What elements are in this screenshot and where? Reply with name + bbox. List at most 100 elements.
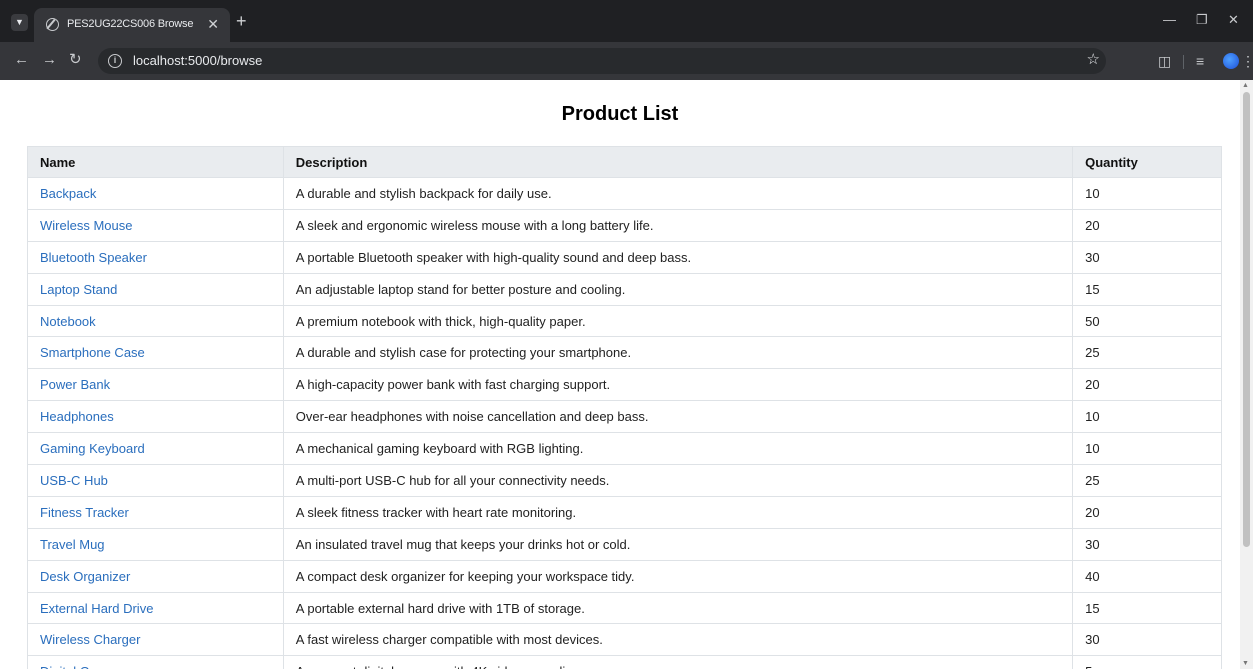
table-row: Travel Mug An insulated travel mug that k… [27,527,1222,561]
table-row: Backpack A durable and stylish backpack f… [27,177,1222,210]
table-row: Desk Organizer A compact desk organizer f… [27,559,1222,593]
product-description-cell: A high-capacity power bank with fast cha… [282,368,1074,402]
column-header-description: Description [282,146,1074,178]
minimize-icon[interactable]: — [1163,12,1176,28]
product-description-cell: A sleek and ergonomic wireless mouse wit… [282,208,1074,242]
arrow-left-icon[interactable]: ← [14,51,29,69]
product-name-cell: Gaming Keyboard [27,432,284,466]
product-name-cell: Wireless Mouse [27,208,284,242]
address-bar[interactable]: i localhost:5000/browse ☆ [98,48,1106,74]
table-row: External Hard Drive A portable external h… [27,591,1222,625]
product-link[interactable]: Wireless Charger [40,632,140,647]
arrow-right-icon[interactable]: → [42,51,57,69]
product-link[interactable]: Laptop Stand [40,282,117,297]
product-name-cell: Bluetooth Speaker [27,240,284,274]
table-row: Digital Camera A compact digital camera w… [27,655,1222,669]
product-link[interactable]: Power Bank [40,377,110,392]
reload-icon[interactable]: ↻ [69,51,82,69]
product-link[interactable]: Digital Camera [40,664,126,669]
product-description-cell: A compact digital camera with 4K video r… [282,655,1074,669]
product-name-cell: USB-C Hub [27,464,284,497]
product-quantity-cell: 30 [1072,623,1222,657]
table-header-row: Name Description Quantity [27,146,1222,178]
product-description-cell: Over-ear headphones with noise cancellat… [282,400,1074,434]
table-row: Power Bank A high-capacity power bank wit… [27,368,1222,402]
table-row: Laptop Stand An adjustable laptop stand f… [27,272,1222,306]
tab-strip: ▼ PES2UG22CS006 Browse ✕ + — ❐ ✕ [0,0,1253,42]
product-link[interactable]: Wireless Mouse [40,218,132,233]
product-link[interactable]: Notebook [40,314,96,329]
kebab-menu-icon[interactable]: ⋮ [1241,52,1253,70]
browser-toolbar: ← → ↻ i localhost:5000/browse ☆ ◫ ≡ ⋮ [0,42,1253,80]
scroll-down-icon[interactable]: ▼ [1242,660,1249,667]
product-name-cell: Power Bank [27,368,284,402]
profile-icon[interactable] [1223,53,1239,69]
product-quantity-cell: 20 [1072,208,1222,242]
restore-icon[interactable]: ❐ [1196,12,1208,28]
product-quantity-cell: 10 [1072,400,1222,434]
toolbar-divider [1183,55,1184,69]
column-header-quantity: Quantity [1072,146,1222,178]
product-link[interactable]: Backpack [40,186,96,201]
product-quantity-cell: 20 [1072,495,1222,529]
product-description-cell: A sleek fitness tracker with heart rate … [282,495,1074,529]
product-name-cell: External Hard Drive [27,591,284,625]
product-name-cell: Laptop Stand [27,272,284,306]
product-description-cell: An insulated travel mug that keeps your … [282,527,1074,561]
table-row: Gaming Keyboard A mechanical gaming keybo… [27,432,1222,466]
product-link[interactable]: Travel Mug [40,537,105,552]
product-description-cell: A compact desk organizer for keeping you… [282,559,1074,593]
product-quantity-cell: 20 [1072,368,1222,402]
product-description-cell: A fast wireless charger compatible with … [282,623,1074,657]
page-viewport: Product List Name Description Quantity B… [0,80,1253,669]
product-quantity-cell: 30 [1072,240,1222,274]
url-text[interactable]: localhost:5000/browse [133,53,262,68]
product-quantity-cell: 10 [1072,432,1222,466]
product-name-cell: Backpack [27,177,284,210]
product-name-cell: Headphones [27,400,284,434]
tab-title: PES2UG22CS006 Browse [67,18,194,30]
product-quantity-cell: 10 [1072,177,1222,210]
product-quantity-cell: 15 [1072,272,1222,306]
window-close-icon[interactable]: ✕ [1228,12,1239,28]
product-name-cell: Fitness Tracker [27,495,284,529]
browser-tab[interactable]: PES2UG22CS006 Browse ✕ [34,8,230,42]
scroll-up-icon[interactable]: ▲ [1242,82,1249,89]
table-row: Notebook A premium notebook with thick, h… [27,304,1222,338]
product-description-cell: A portable Bluetooth speaker with high-q… [282,240,1074,274]
globe-icon [46,18,59,31]
plus-icon[interactable]: + [236,11,247,31]
product-description-cell: A portable external hard drive with 1TB … [282,591,1074,625]
product-link[interactable]: External Hard Drive [40,601,153,616]
info-icon[interactable]: i [108,54,122,68]
table-row: Wireless Charger A fast wireless charger … [27,623,1222,657]
close-icon[interactable]: ✕ [207,15,219,33]
product-link[interactable]: Desk Organizer [40,569,130,584]
product-quantity-cell: 25 [1072,464,1222,497]
table-row: Headphones Over-ear headphones with noise… [27,400,1222,434]
reading-list-icon[interactable]: ≡ [1196,52,1204,70]
product-description-cell: A durable and stylish case for protectin… [282,336,1074,370]
product-description-cell: A durable and stylish backpack for daily… [282,177,1074,210]
star-icon[interactable]: ☆ [1087,51,1100,69]
table-row: Wireless Mouse A sleek and ergonomic wire… [27,208,1222,242]
product-link[interactable]: Smartphone Case [40,345,145,360]
product-description-cell: A premium notebook with thick, high-qual… [282,304,1074,338]
product-quantity-cell: 25 [1072,336,1222,370]
puzzle-icon[interactable]: ◫ [1158,52,1171,70]
product-quantity-cell: 40 [1072,559,1222,593]
product-name-cell: Desk Organizer [27,559,284,593]
scroll-thumb[interactable] [1243,92,1250,547]
chevron-down-icon[interactable]: ▼ [11,14,28,31]
scrollbar[interactable]: ▲ ▼ [1240,80,1253,669]
product-link[interactable]: Bluetooth Speaker [40,250,147,265]
table-row: Bluetooth Speaker A portable Bluetooth sp… [27,240,1222,274]
product-link[interactable]: Fitness Tracker [40,505,129,520]
table-row: Fitness Tracker A sleek fitness tracker w… [27,495,1222,529]
product-quantity-cell: 15 [1072,591,1222,625]
product-link[interactable]: USB-C Hub [40,473,108,488]
product-link[interactable]: Gaming Keyboard [40,441,145,456]
product-link[interactable]: Headphones [40,409,114,424]
column-header-name: Name [27,146,284,178]
table-row: Smartphone Case A durable and stylish cas… [27,336,1222,370]
